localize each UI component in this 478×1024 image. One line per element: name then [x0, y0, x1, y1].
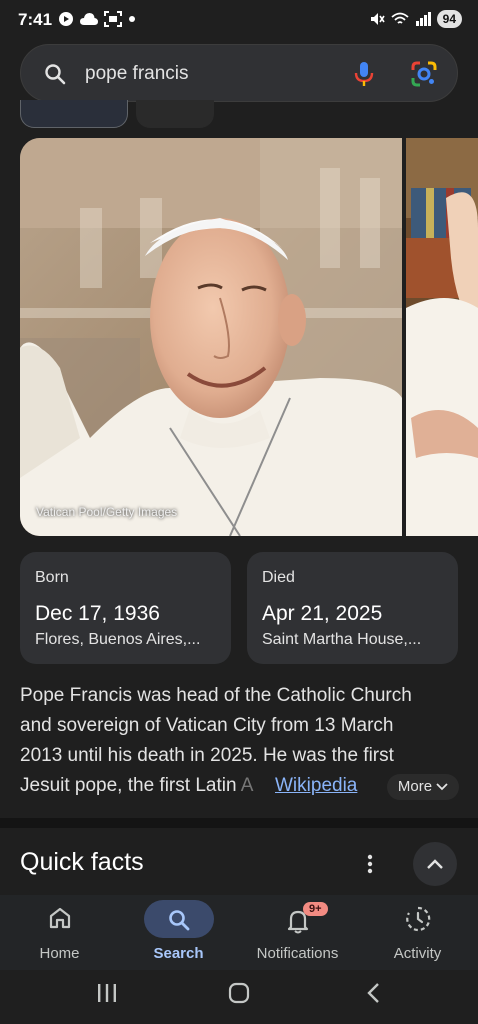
- chevron-down-icon: [436, 783, 448, 791]
- nav-label: Search: [153, 945, 204, 962]
- notification-badge: 9+: [303, 902, 328, 916]
- fact-place: Saint Martha House,...: [262, 631, 422, 648]
- nav-label: Activity: [393, 945, 442, 962]
- fact-label: Born: [35, 569, 69, 586]
- search-icon: [168, 910, 189, 931]
- description-line: 2013 until his death in 2025. He was the…: [20, 745, 394, 766]
- description-line: and sovereign of Vatican City from 13 Ma…: [20, 715, 394, 736]
- status-bar: 7:41 94: [0, 0, 478, 40]
- knowledge-description: Pope Francis was head of the Catholic Ch…: [20, 681, 460, 801]
- wikipedia-link[interactable]: Wikipedia: [275, 771, 357, 801]
- more-button[interactable]: More: [387, 774, 459, 800]
- cloud-icon: [80, 13, 98, 25]
- filter-chip-selected[interactable]: [20, 100, 128, 128]
- fact-date: Dec 17, 1936: [35, 602, 160, 625]
- image-credit: Vatican Pool/Getty Images: [36, 505, 178, 519]
- google-lens-icon[interactable]: [410, 60, 438, 88]
- fact-card-died[interactable]: Died Apr 21, 2025 Saint Martha House,...: [247, 552, 458, 664]
- signal-icon: [415, 12, 431, 26]
- activity-icon: [405, 906, 430, 932]
- photo-illustration-2: [406, 138, 478, 536]
- search-icon: [45, 64, 66, 85]
- status-notification-icons: [58, 11, 136, 27]
- screen-record-icon: [59, 12, 73, 26]
- collapse-button[interactable]: [413, 842, 457, 886]
- fact-card-born[interactable]: Born Dec 17, 1936 Flores, Buenos Aires,.…: [20, 552, 231, 664]
- bottom-navigation: Home Search 9+ Notifications Activity: [0, 895, 478, 970]
- photo-illustration: [20, 138, 402, 536]
- home-button-icon[interactable]: [228, 982, 250, 1004]
- fact-place: Flores, Buenos Aires,...: [35, 631, 201, 648]
- more-vert-icon[interactable]: [360, 852, 380, 876]
- system-navigation-bar: [0, 970, 478, 1024]
- description-line: Jesuit pope, the first Latin: [20, 775, 237, 796]
- wifi-icon: [391, 12, 409, 24]
- back-icon[interactable]: [364, 982, 384, 1004]
- nav-activity[interactable]: Activity: [358, 895, 477, 970]
- second-photo[interactable]: [406, 138, 478, 536]
- filter-chip[interactable]: [136, 100, 214, 128]
- nav-label: Notifications: [256, 945, 339, 962]
- mute-icon: [370, 13, 385, 25]
- section-divider: [0, 818, 478, 828]
- recent-apps-icon[interactable]: [96, 982, 118, 1004]
- dot-icon: [129, 16, 135, 22]
- chevron-up-icon: [427, 859, 443, 869]
- more-label: More: [397, 778, 433, 795]
- search-bar[interactable]: [20, 44, 458, 102]
- screenshot-icon: [104, 11, 122, 27]
- microphone-icon[interactable]: [351, 60, 377, 88]
- nav-notifications[interactable]: 9+ Notifications: [238, 895, 357, 970]
- description-fade: A: [236, 775, 254, 796]
- description-line: Pope Francis was head of the Catholic Ch…: [20, 685, 412, 706]
- status-system-icons: 94: [369, 10, 462, 28]
- fact-label: Died: [262, 569, 295, 586]
- nav-label: Home: [39, 945, 80, 962]
- nav-home[interactable]: Home: [0, 895, 119, 970]
- battery-indicator: 94: [436, 10, 462, 28]
- status-time: 7:41: [18, 10, 53, 29]
- pope-francis-photo[interactable]: [20, 138, 402, 536]
- quick-facts-title: Quick facts: [20, 848, 144, 876]
- description-last-line: Jesuit pope, the first Latin A Wikipedia…: [20, 771, 460, 801]
- fact-date: Apr 21, 2025: [262, 602, 383, 625]
- home-icon: [49, 907, 70, 929]
- search-input[interactable]: [85, 60, 345, 88]
- nav-search[interactable]: Search: [119, 895, 238, 970]
